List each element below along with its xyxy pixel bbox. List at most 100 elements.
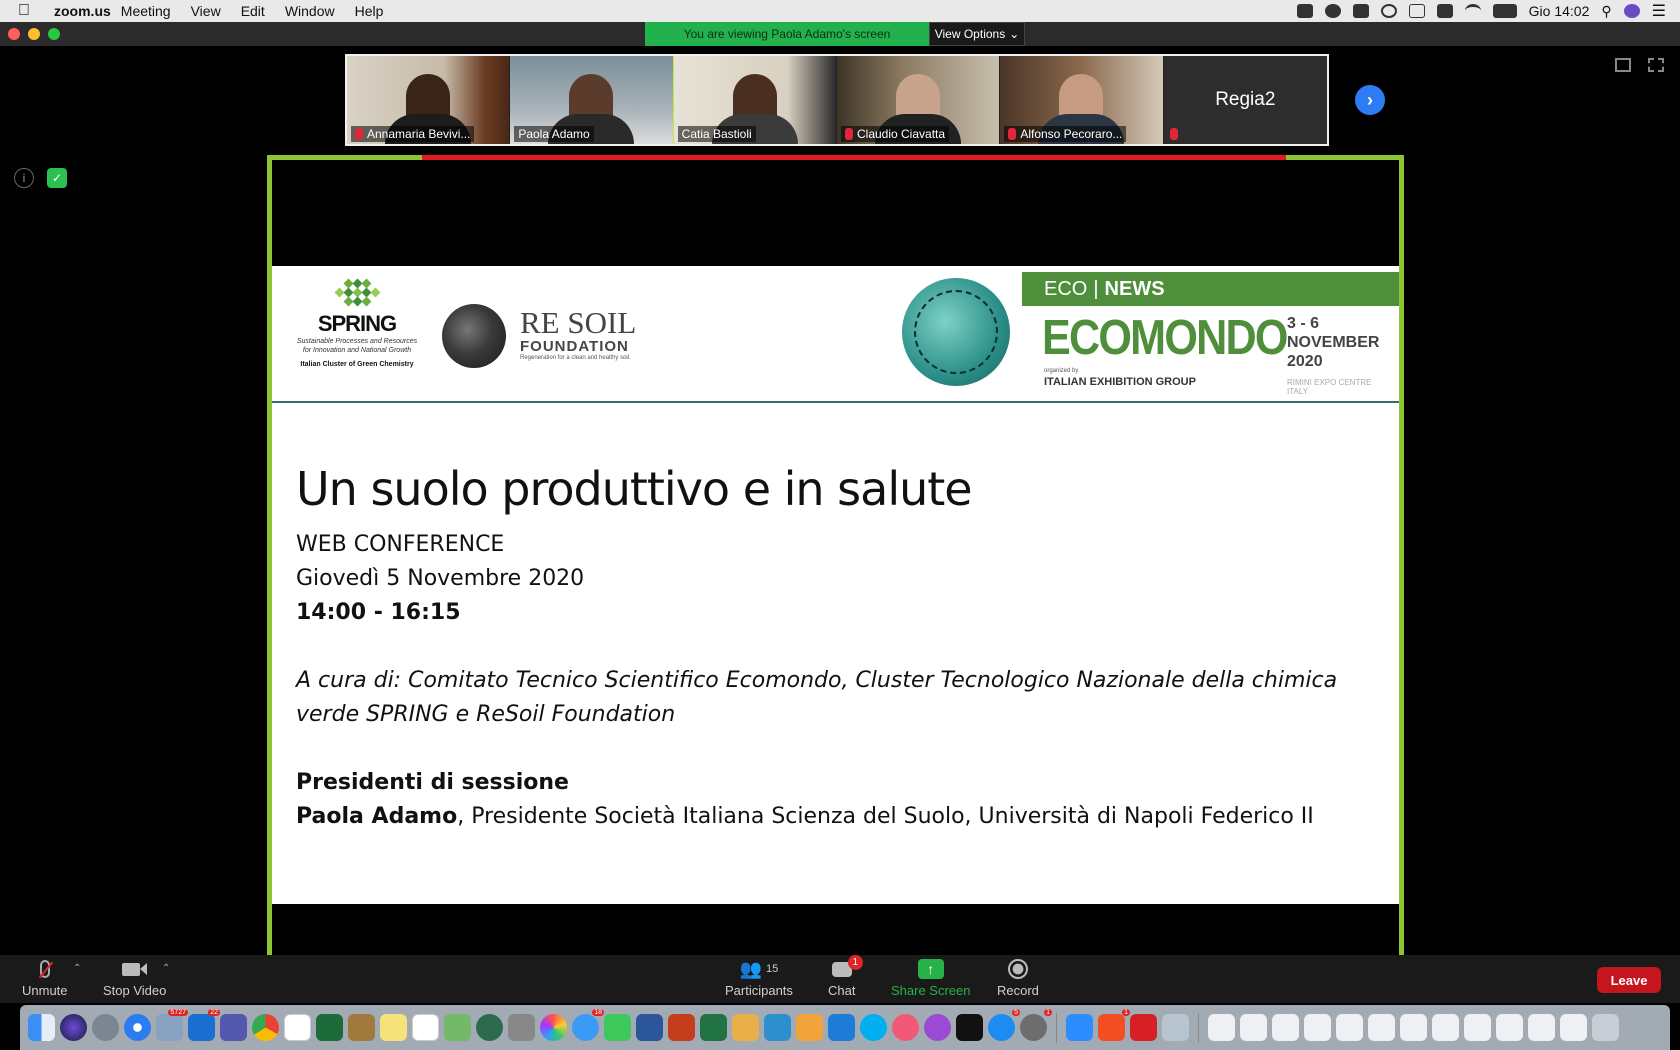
photos-icon[interactable]: [540, 1014, 567, 1041]
keynote-icon[interactable]: [828, 1014, 855, 1041]
chrome-icon[interactable]: [252, 1014, 279, 1041]
video-tile-active-speaker[interactable]: Paola Adamo: [510, 56, 674, 144]
calendar-icon[interactable]: [284, 1014, 311, 1041]
record-icon: [1007, 959, 1028, 979]
facetime-icon[interactable]: [604, 1014, 631, 1041]
fullscreen-icon[interactable]: [1648, 58, 1664, 72]
excel-icon[interactable]: [700, 1014, 727, 1041]
siri-dock-icon[interactable]: [60, 1014, 87, 1041]
menu-meeting[interactable]: Meeting: [111, 3, 181, 19]
word-icon[interactable]: [636, 1014, 663, 1041]
next-participants-arrow-icon[interactable]: ›: [1355, 85, 1385, 115]
office-icon[interactable]: 1: [1098, 1009, 1130, 1041]
minimized-window-icon[interactable]: [1528, 1014, 1555, 1041]
share-screen-button[interactable]: ↑ Share Screen: [891, 959, 971, 998]
ecomondo-venue: RIMINI EXPO CENTRE ITALY: [1287, 378, 1372, 396]
notification-center-icon[interactable]: ☰: [1652, 1, 1666, 21]
music-icon[interactable]: [892, 1014, 919, 1041]
video-tile[interactable]: Alfonso Pecoraro...: [1000, 56, 1164, 144]
apple-tv-icon[interactable]: [956, 1014, 983, 1041]
preview-icon[interactable]: [1162, 1014, 1189, 1041]
numbers-icon[interactable]: [796, 1014, 823, 1041]
wifi-icon[interactable]: [1464, 4, 1481, 18]
slide-subtitle: WEB CONFERENCE: [296, 532, 505, 557]
video-tile[interactable]: Annamaria Bevivi...: [347, 56, 511, 144]
video-options-caret-icon[interactable]: ⌃: [162, 963, 170, 974]
menu-edit[interactable]: Edit: [231, 3, 275, 19]
view-options-button[interactable]: View Options ⌄: [929, 22, 1025, 46]
audio-options-caret-icon[interactable]: ⌃: [73, 963, 81, 974]
menu-window[interactable]: Window: [275, 3, 345, 19]
powerpoint-icon[interactable]: [668, 1014, 695, 1041]
launchpad-icon[interactable]: [92, 1014, 119, 1041]
minimized-window-icon[interactable]: [1304, 1014, 1331, 1041]
outlook-icon[interactable]: 22: [188, 1009, 220, 1041]
acrobat-icon[interactable]: [1130, 1014, 1157, 1041]
keyboard-icon[interactable]: [1436, 4, 1453, 18]
dropbox-icon[interactable]: [1352, 4, 1369, 18]
maps-icon[interactable]: [444, 1014, 471, 1041]
mail-icon[interactable]: 5727: [156, 1009, 188, 1041]
minimized-window-icon[interactable]: [1240, 1014, 1267, 1041]
participants-button[interactable]: 👥 15 Participants: [725, 959, 793, 999]
close-window-button[interactable]: [8, 28, 20, 40]
app-store-icon[interactable]: 5: [988, 1009, 1020, 1041]
menu-view[interactable]: View: [181, 3, 231, 19]
menu-app-name[interactable]: zoom.us: [40, 3, 111, 19]
reminders-icon[interactable]: [412, 1014, 439, 1041]
minimized-window-icon[interactable]: [1400, 1014, 1427, 1041]
security-shield-icon[interactable]: ✓: [47, 168, 67, 188]
bluetooth-icon[interactable]: [1408, 4, 1425, 18]
spotlight-search-icon[interactable]: ⚲: [1601, 3, 1611, 20]
minimize-window-button[interactable]: [28, 28, 40, 40]
leave-meeting-button[interactable]: Leave: [1597, 967, 1661, 993]
tasks-status-icon[interactable]: [1324, 4, 1341, 18]
battery-icon[interactable]: [1492, 4, 1517, 18]
stop-video-button[interactable]: Stop Video: [103, 959, 166, 998]
minimized-window-icon[interactable]: [1496, 1014, 1523, 1041]
minimized-window-icon[interactable]: [1560, 1014, 1587, 1041]
record-button[interactable]: Record: [997, 959, 1039, 998]
apple-menu-icon[interactable]: : [18, 2, 40, 20]
notes-icon[interactable]: [380, 1014, 407, 1041]
contacts-icon[interactable]: [348, 1014, 375, 1041]
zoom-status-icon[interactable]: [1296, 4, 1313, 18]
video-tile[interactable]: Claudio Ciavatta: [836, 56, 1001, 144]
minimized-window-icon[interactable]: [1368, 1014, 1395, 1041]
time-machine-dock-icon[interactable]: [476, 1014, 503, 1041]
minimized-window-icon[interactable]: [1208, 1014, 1235, 1041]
slide-time: 14:00 - 16:15: [296, 600, 461, 625]
safari-icon[interactable]: [124, 1014, 151, 1041]
zoom-window-button[interactable]: [48, 28, 60, 40]
meeting-info-icon[interactable]: i: [14, 168, 34, 188]
video-tile-off[interactable]: Regia2: [1163, 56, 1327, 144]
time-machine-icon[interactable]: [1380, 4, 1397, 18]
network-icon[interactable]: [764, 1014, 791, 1041]
participant-video-strip: Annamaria Bevivi... Paola Adamo Catia Ba…: [345, 54, 1329, 146]
excel-grid-icon[interactable]: [316, 1014, 343, 1041]
minimized-window-icon[interactable]: [1336, 1014, 1363, 1041]
trash-icon[interactable]: [1592, 1014, 1619, 1041]
zoom-icon[interactable]: [1066, 1014, 1093, 1041]
menubar-clock[interactable]: Gio 14:02: [1529, 3, 1590, 19]
minimized-window-icon[interactable]: [1272, 1014, 1299, 1041]
spring-logo: SPRING Sustainable Processes and Resourc…: [292, 276, 422, 386]
messages-icon[interactable]: 18: [572, 1009, 604, 1041]
minimized-window-icon[interactable]: [1432, 1014, 1459, 1041]
menu-help[interactable]: Help: [345, 3, 394, 19]
script-editor-icon[interactable]: [508, 1014, 535, 1041]
minimized-window-icon[interactable]: [1464, 1014, 1491, 1041]
pages-icon[interactable]: [732, 1014, 759, 1041]
podcasts-icon[interactable]: [924, 1014, 951, 1041]
office-badge: 1: [1122, 1009, 1130, 1016]
siri-icon[interactable]: [1623, 4, 1640, 18]
chat-button[interactable]: 1 Chat: [828, 955, 863, 998]
video-tile[interactable]: Catia Bastioli: [673, 56, 837, 144]
finder-icon[interactable]: [28, 1014, 55, 1041]
teams-icon[interactable]: [220, 1014, 247, 1041]
skype-icon[interactable]: [860, 1014, 887, 1041]
spring-wordmark: SPRING: [317, 311, 397, 336]
unmute-button[interactable]: Unmute: [22, 959, 68, 998]
system-preferences-icon[interactable]: 1: [1020, 1009, 1052, 1041]
speaker-view-toggle-icon[interactable]: [1615, 58, 1631, 72]
